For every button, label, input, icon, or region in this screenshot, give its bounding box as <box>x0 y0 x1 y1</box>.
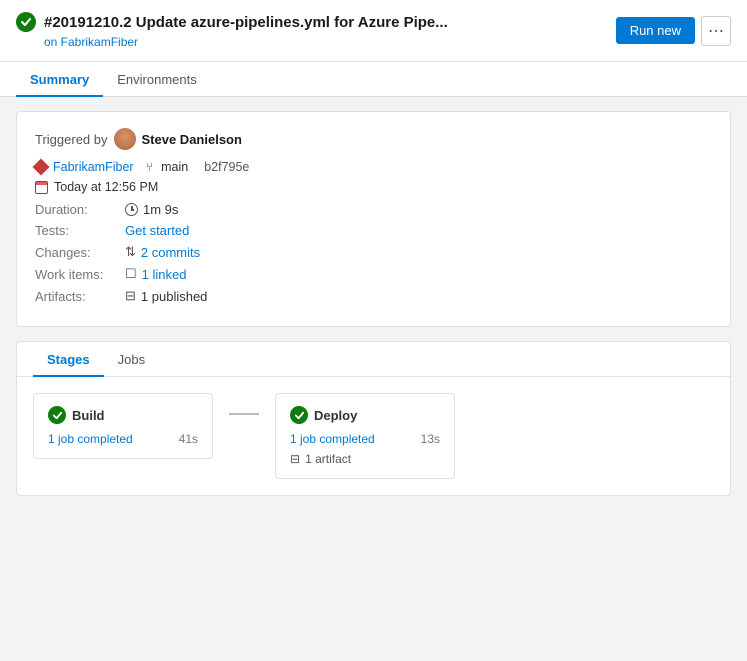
repo-link[interactable]: FabrikamFiber <box>53 160 134 174</box>
build-stage-success-icon <box>48 406 66 424</box>
stages-content: Build 1 job completed 41s Deploy <box>17 377 730 495</box>
deploy-duration: 13s <box>421 432 440 446</box>
commits-icon: ⇅ <box>125 244 136 260</box>
artifact-icon: ⊟ <box>125 288 136 304</box>
more-dots-icon: ⋯ <box>708 21 724 41</box>
deploy-artifact-icon: ⊟ <box>290 452 300 466</box>
header: #20191210.2 Update azure-pipelines.yml f… <box>0 0 747 62</box>
deploy-artifact-label: 1 artifact <box>305 452 351 466</box>
artifacts-label: Artifacts: <box>35 289 125 304</box>
commit-hash: b2f795e <box>204 160 249 174</box>
build-jobs-label[interactable]: 1 job completed <box>48 432 133 446</box>
main-content: Triggered by Steve Danielson FabrikamFib… <box>0 97 747 510</box>
duration-value: 1m 9s <box>125 202 178 217</box>
tests-link[interactable]: Get started <box>125 223 189 238</box>
branch-icon: ⑂ <box>146 160 154 174</box>
build-title: #20191210.2 Update azure-pipelines.yml f… <box>44 14 448 31</box>
more-options-button[interactable]: ⋯ <box>701 16 731 46</box>
timestamp-row: Today at 12:56 PM <box>35 180 712 194</box>
build-stage-meta: 1 job completed 41s <box>48 432 198 446</box>
tests-row: Tests: Get started <box>35 223 712 238</box>
workitems-label: Work items: <box>35 267 125 282</box>
tests-value: Get started <box>125 223 189 238</box>
header-title-row: #20191210.2 Update azure-pipelines.yml f… <box>16 12 448 32</box>
workitems-row: Work items: ☐ 1 linked <box>35 266 712 282</box>
detail-section: Duration: 1m 9s Tests: Get started Chang… <box>35 202 712 304</box>
triggered-name: Steve Danielson <box>142 132 242 147</box>
tab-environments[interactable]: Environments <box>103 62 210 97</box>
artifacts-row: Artifacts: ⊟ 1 published <box>35 288 712 304</box>
header-left: #20191210.2 Update azure-pipelines.yml f… <box>16 12 448 49</box>
clock-icon <box>125 203 138 216</box>
triggered-label: Triggered by <box>35 132 108 147</box>
deploy-artifact-row: ⊟ 1 artifact <box>290 452 440 466</box>
repo-row: FabrikamFiber ⑂ main b2f795e <box>35 160 712 174</box>
artifacts-value: ⊟ 1 published <box>125 288 207 304</box>
tab-jobs[interactable]: Jobs <box>104 342 159 377</box>
stage-connector <box>229 413 259 415</box>
deploy-stage-success-icon <box>290 406 308 424</box>
duration-row: Duration: 1m 9s <box>35 202 712 217</box>
changes-value: ⇅ 2 commits <box>125 244 200 260</box>
stages-tabs: Stages Jobs <box>17 342 730 377</box>
build-stage-header: Build <box>48 406 198 424</box>
workitems-link[interactable]: 1 linked <box>142 267 187 282</box>
duration-text: 1m 9s <box>143 202 178 217</box>
deploy-jobs-label[interactable]: 1 job completed <box>290 432 375 446</box>
artifacts-text: 1 published <box>141 289 208 304</box>
build-stage-name: Build <box>72 408 105 423</box>
duration-label: Duration: <box>35 202 125 217</box>
changes-row: Changes: ⇅ 2 commits <box>35 244 712 260</box>
calendar-icon <box>35 181 48 194</box>
stages-card: Stages Jobs Build 1 job completed <box>16 341 731 496</box>
changes-label: Changes: <box>35 245 125 260</box>
main-tabs: Summary Environments <box>0 62 747 97</box>
deploy-stage-card: Deploy 1 job completed 13s ⊟ 1 artifact <box>275 393 455 479</box>
build-duration: 41s <box>179 432 198 446</box>
timestamp: Today at 12:56 PM <box>54 180 158 194</box>
avatar-face <box>114 128 136 150</box>
tab-summary[interactable]: Summary <box>16 62 103 97</box>
deploy-stage-header: Deploy <box>290 406 440 424</box>
build-stage-card: Build 1 job completed 41s <box>33 393 213 459</box>
tab-stages[interactable]: Stages <box>33 342 104 377</box>
triggered-row: Triggered by Steve Danielson <box>35 128 712 150</box>
summary-card: Triggered by Steve Danielson FabrikamFib… <box>16 111 731 327</box>
avatar <box>114 128 136 150</box>
changes-link[interactable]: 2 commits <box>141 245 200 260</box>
tests-label: Tests: <box>35 223 125 238</box>
build-success-icon <box>16 12 36 32</box>
deploy-stage-name: Deploy <box>314 408 357 423</box>
diamond-icon <box>35 161 47 173</box>
deploy-stage-meta: 1 job completed 13s <box>290 432 440 446</box>
org-link[interactable]: on FabrikamFiber <box>44 35 448 49</box>
workitem-icon: ☐ <box>125 266 137 282</box>
run-new-button[interactable]: Run new <box>616 17 695 44</box>
workitems-value: ☐ 1 linked <box>125 266 186 282</box>
header-actions: Run new ⋯ <box>616 16 731 46</box>
branch-name: main <box>161 160 188 174</box>
